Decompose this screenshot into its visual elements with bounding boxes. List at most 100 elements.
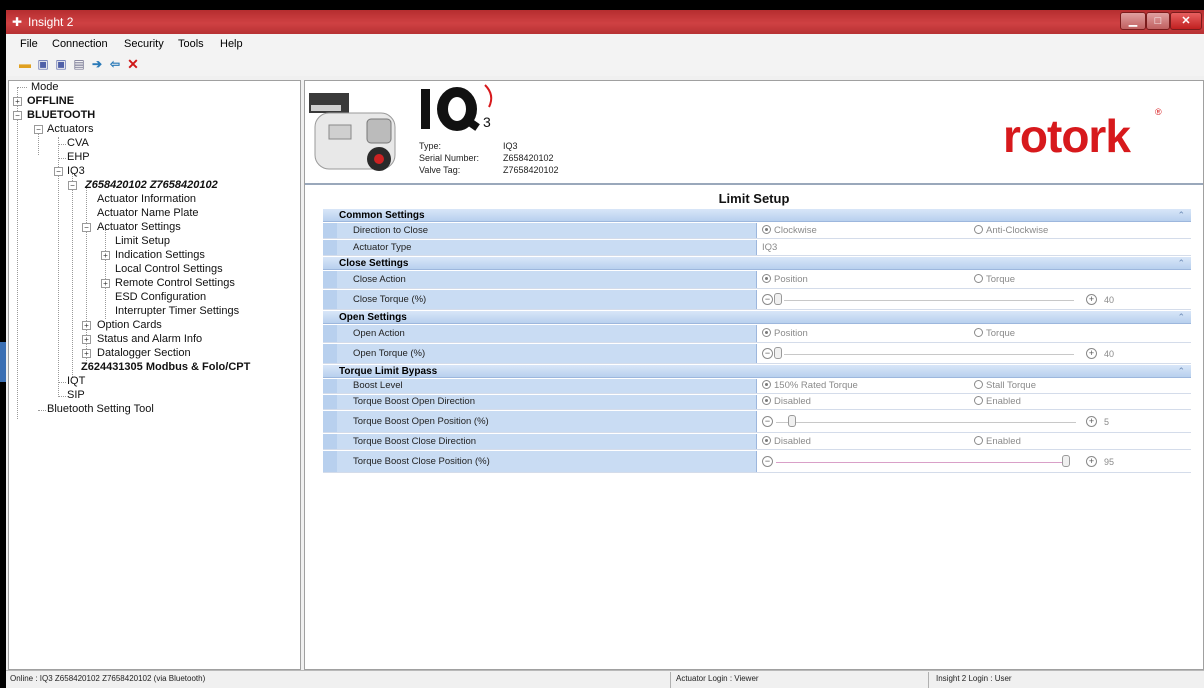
tree-bluetooth[interactable]: BLUETOOTH [27, 109, 95, 122]
row-margin [323, 290, 337, 309]
collapse-icon[interactable]: − [82, 223, 91, 232]
category-open[interactable]: Open Settings ⌃ [323, 311, 1191, 324]
radio-open-position[interactable]: Position [762, 328, 808, 339]
minimize-button[interactable]: ▁ [1120, 12, 1146, 30]
print-icon[interactable]: ▤ [72, 57, 86, 71]
radio-anti-clockwise[interactable]: Anti-Clockwise [974, 225, 1048, 236]
slider-thumb[interactable] [1062, 455, 1070, 467]
save-as-icon[interactable]: ▣ [54, 57, 68, 71]
tree-remote-control[interactable]: Remote Control Settings [115, 277, 235, 290]
category-common[interactable]: Common Settings ⌃ [323, 209, 1191, 222]
chevron-up-icon[interactable]: ⌃ [1177, 257, 1185, 270]
tree-status-alarm[interactable]: Status and Alarm Info [97, 333, 202, 346]
tree-limit-setup[interactable]: Limit Setup [115, 235, 170, 248]
maximize-button[interactable]: □ [1146, 12, 1170, 30]
radio-clockwise[interactable]: Clockwise [762, 225, 817, 236]
collapse-icon[interactable]: − [68, 181, 77, 190]
menu-security[interactable]: Security [124, 38, 164, 50]
tree-actuator-settings[interactable]: Actuator Settings [97, 221, 181, 234]
expand-icon[interactable]: + [82, 335, 91, 344]
slider-thumb[interactable] [774, 347, 782, 359]
decrease-icon[interactable]: − [762, 456, 773, 467]
radio-close-torque[interactable]: Torque [974, 274, 1015, 285]
collapse-icon[interactable]: − [34, 125, 43, 134]
tree-iq3[interactable]: IQ3 [67, 165, 85, 178]
menu-connection[interactable]: Connection [52, 38, 108, 50]
chevron-up-icon[interactable]: ⌃ [1177, 209, 1185, 222]
tree-actuators[interactable]: Actuators [47, 123, 93, 136]
category-close[interactable]: Close Settings ⌃ [323, 257, 1191, 270]
tree-device2[interactable]: Z624431305 Modbus & Folo/CPT [81, 361, 250, 374]
status-actuator-login: Actuator Login : Viewer [676, 674, 759, 683]
category-torque-bypass[interactable]: Torque Limit Bypass ⌃ [323, 365, 1191, 378]
slider-track[interactable] [784, 354, 1074, 355]
tree-datalogger[interactable]: Datalogger Section [97, 347, 191, 360]
radio-boost-150[interactable]: 150% Rated Torque [762, 380, 858, 391]
collapse-icon[interactable]: − [13, 111, 22, 120]
tree-esd[interactable]: ESD Configuration [115, 291, 206, 304]
tree-indication-settings[interactable]: Indication Settings [115, 249, 205, 262]
slider-track[interactable] [776, 462, 1062, 463]
menu-tools[interactable]: Tools [178, 38, 204, 50]
tree-offline[interactable]: OFFLINE [27, 95, 74, 108]
chevron-up-icon[interactable]: ⌃ [1177, 365, 1185, 378]
slider-track[interactable] [784, 300, 1074, 301]
row-label-cell: Torque Boost Close Position (%) [337, 451, 757, 472]
chevron-up-icon[interactable]: ⌃ [1177, 311, 1185, 324]
radio-boost-stall[interactable]: Stall Torque [974, 380, 1036, 391]
menu-help[interactable]: Help [220, 38, 243, 50]
row-label-cell: Close Torque (%) [337, 290, 757, 309]
expand-icon[interactable]: + [101, 279, 110, 288]
slider-track[interactable] [776, 422, 1076, 423]
tree-ehp[interactable]: EHP [67, 151, 90, 164]
row-actuator-type: Actuator Type IQ3 [323, 240, 1191, 256]
delete-x-icon[interactable]: ✕ [126, 57, 140, 71]
increase-icon[interactable]: + [1086, 348, 1097, 359]
expand-icon[interactable]: + [13, 97, 22, 106]
save-icon[interactable]: ▣ [36, 57, 50, 71]
menu-bar: File Connection Security Tools Help [6, 34, 1204, 54]
tree-name-plate[interactable]: Actuator Name Plate [97, 207, 199, 220]
increase-icon[interactable]: + [1086, 416, 1097, 427]
actuator-type-value[interactable]: IQ3 [762, 242, 777, 253]
expand-icon[interactable]: + [101, 251, 110, 260]
arrow-left-icon[interactable]: ⇦ [108, 57, 122, 71]
radio-close-enabled[interactable]: Enabled [974, 436, 1021, 447]
decrease-icon[interactable]: − [762, 348, 773, 359]
radio-open-disabled[interactable]: Disabled [762, 396, 811, 407]
tree-bt-tool[interactable]: Bluetooth Setting Tool [47, 403, 154, 416]
decrease-icon[interactable]: − [762, 294, 773, 305]
radio-open-torque[interactable]: Torque [974, 328, 1015, 339]
menu-file[interactable]: File [20, 38, 38, 50]
arrow-right-icon[interactable]: ➔ [90, 57, 104, 71]
expand-icon[interactable]: + [82, 321, 91, 330]
increase-icon[interactable]: + [1086, 456, 1097, 467]
title-bar[interactable]: ✚ Insight 2 ▁ □ ✕ [6, 10, 1204, 34]
tree-device[interactable]: Z658420102 Z7658420102 [85, 179, 218, 192]
navigation-tree[interactable]: Mode + OFFLINE − BLUETOOTH − Actuators C… [8, 80, 301, 670]
slider-thumb[interactable] [788, 415, 796, 427]
open-folder-icon[interactable]: ▬ [18, 57, 32, 71]
tree-local-control[interactable]: Local Control Settings [115, 263, 223, 276]
tree-cva[interactable]: CVA [67, 137, 89, 150]
tree-actuator-info[interactable]: Actuator Information [97, 193, 196, 206]
row-margin [323, 379, 337, 393]
expand-icon[interactable]: + [82, 349, 91, 358]
tree-option-cards[interactable]: Option Cards [97, 319, 162, 332]
radio-open-enabled[interactable]: Enabled [974, 396, 1021, 407]
row-label: Actuator Type [353, 242, 412, 253]
tree-interrupter[interactable]: Interrupter Timer Settings [115, 305, 239, 318]
tree-line [105, 229, 106, 319]
radio-close-position[interactable]: Position [762, 274, 808, 285]
tree-iqt[interactable]: IQT [67, 375, 85, 388]
row-label-cell: Actuator Type [337, 240, 757, 255]
tree-sip[interactable]: SIP [67, 389, 85, 402]
slider-thumb[interactable] [774, 293, 782, 305]
decrease-icon[interactable]: − [762, 416, 773, 427]
increase-icon[interactable]: + [1086, 294, 1097, 305]
tree-mode[interactable]: Mode [31, 81, 59, 94]
collapse-icon[interactable]: − [54, 167, 63, 176]
radio-close-disabled[interactable]: Disabled [762, 436, 811, 447]
row-value-cell: − + 40 [758, 290, 1191, 309]
close-button[interactable]: ✕ [1170, 12, 1202, 30]
